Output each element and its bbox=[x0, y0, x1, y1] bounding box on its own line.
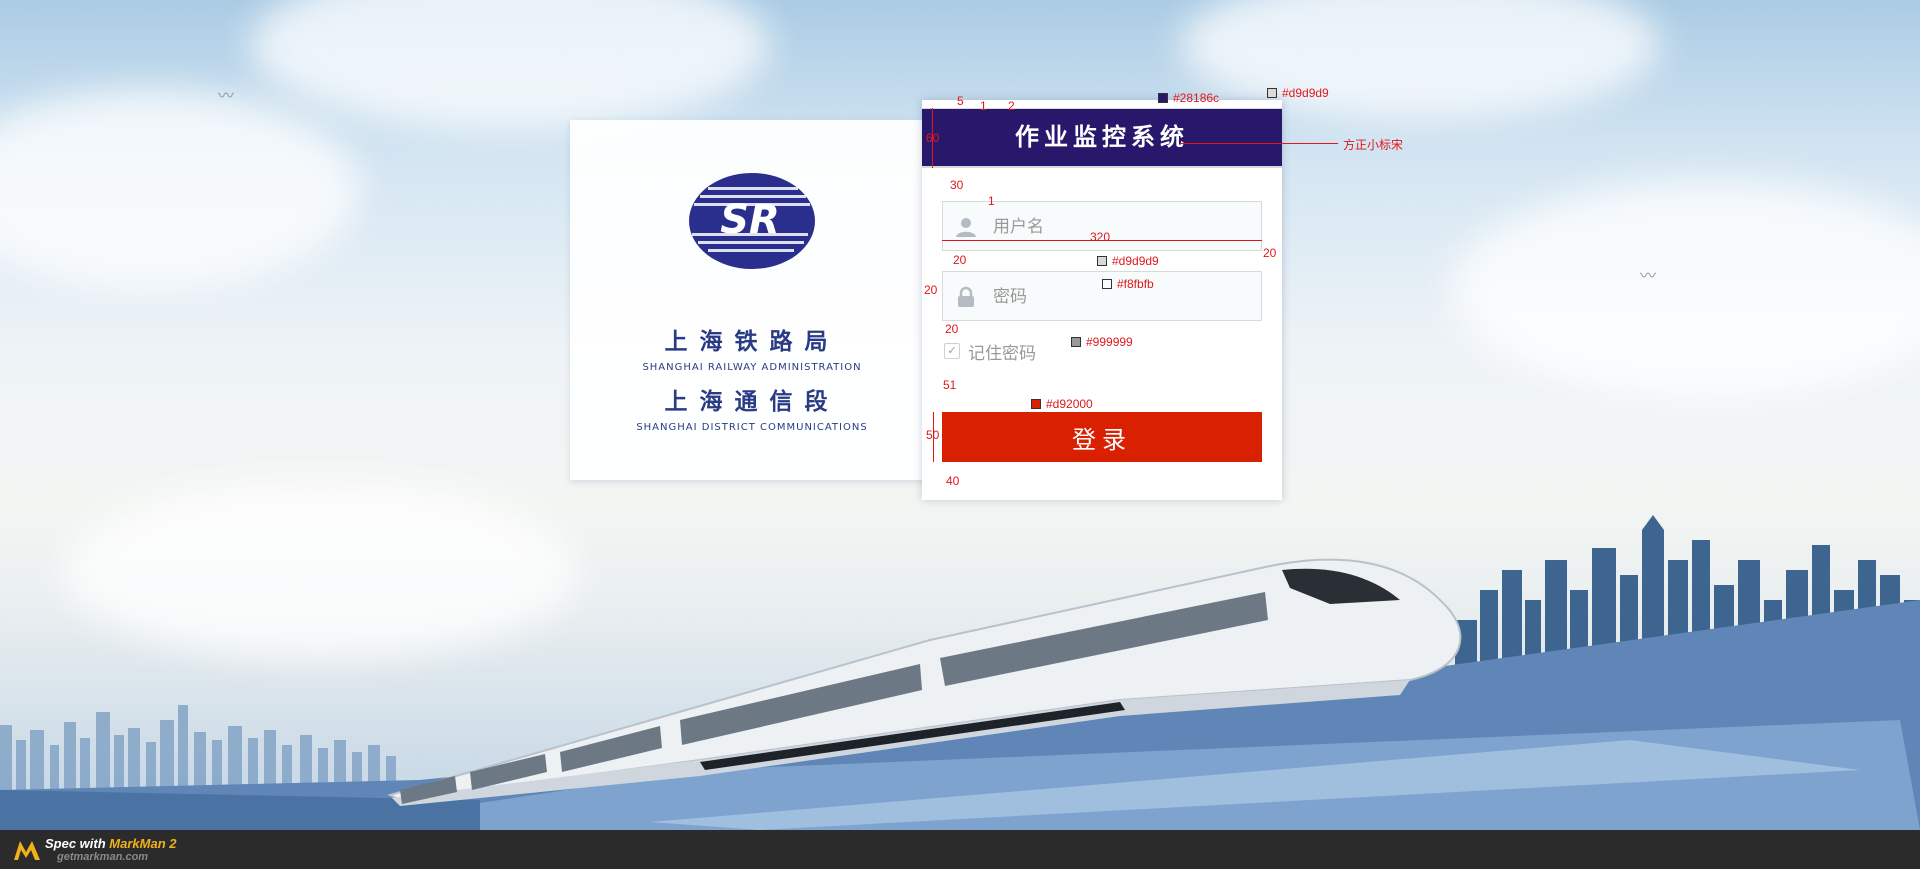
sr-logo: SR bbox=[689, 173, 815, 269]
login-button[interactable]: 登录 bbox=[942, 412, 1262, 462]
color-swatch bbox=[1031, 399, 1041, 409]
spec-button-height: 50 bbox=[926, 428, 940, 442]
system-title: 作业监控系统 bbox=[922, 108, 1282, 168]
login-card: 作业监控系统 ✓ 记住密码 登录 bbox=[922, 100, 1282, 500]
markman-url: getmarkman.com bbox=[57, 851, 149, 863]
spec-header-border: #d9d9d9 bbox=[1282, 86, 1329, 100]
spec-header-height: 60 bbox=[926, 131, 940, 145]
spec-text-color: #999999 bbox=[1086, 335, 1133, 349]
remember-password[interactable]: ✓ 记住密码 bbox=[944, 340, 1036, 364]
spec-gap: 1 bbox=[980, 99, 987, 113]
user-icon bbox=[956, 218, 976, 237]
spec-field-bg-color: #f8fbfb bbox=[1117, 277, 1154, 291]
spec-padding: 20 bbox=[924, 283, 938, 297]
spec-gap: 5 bbox=[957, 94, 964, 108]
district-name-en: SHANGHAI DISTRICT COMMUNICATIONS bbox=[636, 422, 868, 433]
spec-field-width: 320 bbox=[1090, 230, 1111, 244]
spec-gap: 40 bbox=[946, 474, 960, 488]
spec-field-border-color: #d9d9d9 bbox=[1112, 254, 1159, 268]
spec-padding: 20 bbox=[1263, 246, 1277, 260]
spec-gap: 2 bbox=[1008, 99, 1015, 113]
district-name-cn: 上海通信段 bbox=[664, 388, 840, 415]
spec-gap: 30 bbox=[950, 178, 964, 192]
bureau-name-en: SHANGHAI RAILWAY ADMINISTRATION bbox=[642, 362, 862, 373]
lock-icon bbox=[958, 286, 974, 307]
color-swatch bbox=[1102, 279, 1112, 289]
markman-tagline: Spec with MarkMan 2 bbox=[45, 836, 177, 851]
spec-field-border: 1 bbox=[988, 194, 995, 208]
spec-gap: 51 bbox=[943, 378, 957, 392]
color-swatch bbox=[1267, 88, 1277, 98]
spec-font-label: 方正小标宋 bbox=[1343, 138, 1404, 152]
color-swatch bbox=[1071, 337, 1081, 347]
spec-padding: 20 bbox=[953, 253, 967, 267]
markman-footer: Spec with MarkMan 2 getmarkman.com bbox=[0, 830, 1920, 869]
spec-padding: 20 bbox=[945, 322, 959, 336]
bureau-name-cn: 上海铁路局 bbox=[664, 328, 840, 355]
remember-checkbox[interactable]: ✓ bbox=[944, 343, 960, 359]
username-input[interactable] bbox=[991, 202, 1255, 252]
spec-header-color: #28186c bbox=[1173, 91, 1220, 105]
remember-label: 记住密码 bbox=[968, 343, 1036, 364]
markman-logo-icon bbox=[14, 841, 40, 860]
spec-button-color: #d92000 bbox=[1046, 397, 1093, 411]
logo-text: SR bbox=[720, 197, 780, 243]
color-swatch bbox=[1158, 93, 1168, 103]
color-swatch bbox=[1097, 256, 1107, 266]
